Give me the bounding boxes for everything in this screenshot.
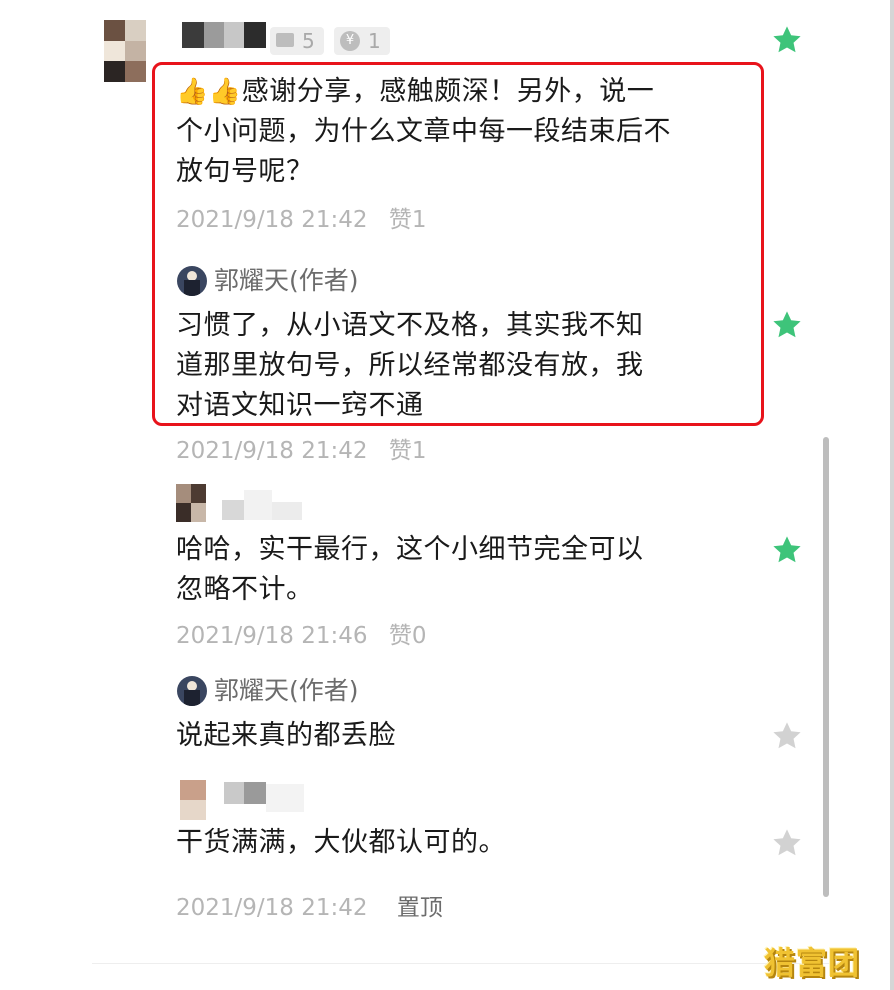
comment-meta: 2021/9/18 21:46 赞0: [176, 621, 426, 651]
star-icon[interactable]: [771, 309, 803, 341]
reply-meta: 2021/9/18 21:42 赞1: [176, 436, 426, 466]
reply-text: 习惯了，从小语文不及格，其实我不知 道那里放句号，所以经常都没有放，我 对语文知…: [176, 310, 644, 421]
reply-text: 说起来真的都丢脸: [176, 720, 396, 751]
star-outline-icon[interactable]: [771, 827, 803, 859]
like-button[interactable]: 赞1: [389, 207, 427, 233]
window-edge: [890, 0, 894, 990]
comment-meta: 2021/9/18 21:42 赞1: [176, 205, 426, 235]
like-button[interactable]: 赞1: [389, 438, 427, 464]
reply-time: 2021/9/18 21:42: [176, 438, 368, 464]
scrollbar[interactable]: [823, 437, 829, 897]
watermark: 猎富团: [764, 946, 860, 982]
star-outline-icon[interactable]: [771, 720, 803, 752]
thumbs-up-emoji-icon: 👍👍: [176, 77, 242, 107]
author-name[interactable]: 郭耀天(作者): [214, 266, 359, 296]
commenter-name-2[interactable]: [222, 490, 302, 520]
commenter-avatar-3[interactable]: [180, 780, 206, 820]
commenter-name-3[interactable]: [224, 782, 304, 812]
commenter-avatar-1[interactable]: [104, 20, 146, 82]
comment-text: 干货满满，大伙都认可的。: [176, 827, 506, 858]
comment-time: 2021/9/18 21:46: [176, 623, 368, 649]
author-avatar[interactable]: [177, 266, 207, 296]
comment-meta: 2021/9/18 21:42 置顶: [176, 893, 443, 923]
star-icon[interactable]: [771, 24, 803, 56]
reward-count: 1: [368, 29, 381, 53]
reward-badge[interactable]: ¥ 1: [334, 27, 390, 55]
commenter-name-1[interactable]: [182, 22, 266, 48]
author-name[interactable]: 郭耀天(作者): [214, 676, 359, 706]
comment-time: 2021/9/18 21:42: [176, 207, 368, 233]
comment-time: 2021/9/18 21:42: [176, 895, 368, 921]
author-avatar[interactable]: [177, 676, 207, 706]
comment-bubble-icon: [276, 33, 294, 47]
reply-count-badge[interactable]: 5: [270, 27, 324, 55]
star-icon[interactable]: [771, 534, 803, 566]
comment-text: 👍👍感谢分享，感触颇深！另外，说一 个小问题，为什么文章中每一段结束后不 放句号…: [176, 76, 671, 187]
divider: [92, 963, 836, 964]
comment-text: 哈哈，实干最行，这个小细节完全可以 忽略不计。: [176, 534, 644, 605]
reply-count: 5: [302, 29, 315, 53]
like-button[interactable]: 赞0: [389, 623, 427, 649]
yen-coin-icon: ¥: [340, 31, 360, 51]
commenter-avatar-2[interactable]: [176, 484, 206, 522]
pin-button[interactable]: 置顶: [397, 895, 443, 921]
